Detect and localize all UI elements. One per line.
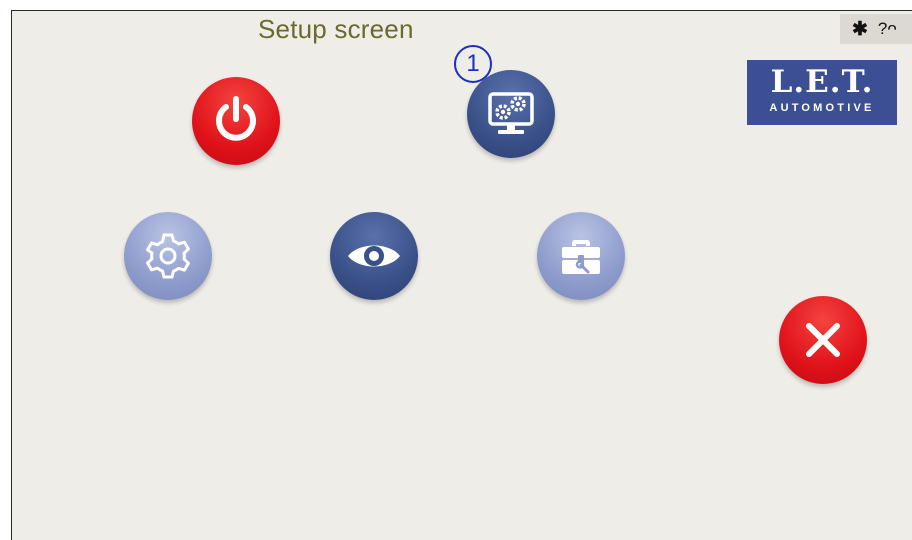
bluetooth-icon: ✱ bbox=[852, 18, 868, 40]
connection-indicator: ?ᴖ bbox=[877, 19, 897, 38]
eye-icon bbox=[348, 245, 400, 267]
close-button[interactable] bbox=[779, 296, 867, 384]
status-bar: ✱ ?ᴖ bbox=[840, 14, 912, 44]
logo-wordmark: L.E.T. bbox=[770, 64, 874, 100]
page-title: Setup screen bbox=[258, 14, 414, 44]
power-icon bbox=[216, 96, 256, 141]
system-settings-button[interactable] bbox=[467, 70, 555, 158]
toolbox-icon bbox=[562, 240, 600, 274]
tools-button[interactable] bbox=[537, 212, 625, 300]
view-button[interactable] bbox=[330, 212, 418, 300]
settings-button[interactable] bbox=[124, 212, 212, 300]
logo-subtitle: AUTOMOTIVE bbox=[769, 102, 875, 114]
brand-logo: L.E.T. AUTOMOTIVE bbox=[747, 60, 897, 125]
gear-icon bbox=[146, 233, 190, 279]
close-icon bbox=[806, 323, 840, 357]
monitor-gears-icon bbox=[488, 92, 534, 134]
power-button[interactable] bbox=[192, 77, 280, 165]
